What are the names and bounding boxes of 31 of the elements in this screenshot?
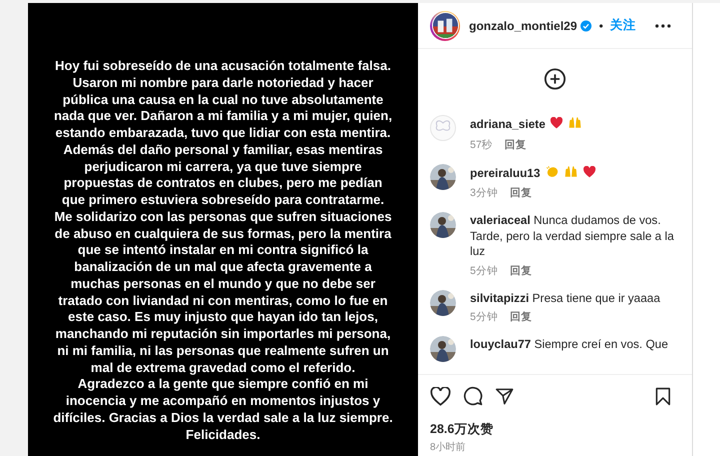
more-options-icon[interactable] — [655, 24, 671, 28]
share-icon[interactable] — [495, 386, 514, 406]
raised-hands-icon — [564, 164, 578, 178]
comment-time: 5分钟 — [470, 264, 498, 278]
reply-link[interactable]: 回复 — [510, 264, 532, 278]
like-heart-icon[interactable] — [430, 386, 451, 406]
comment-time: 5分钟 — [470, 310, 498, 324]
like-count[interactable]: 28.6万次赞 — [418, 406, 692, 438]
comment-text: pereiraluu13 — [470, 164, 680, 182]
profile-avatar-ring[interactable] — [430, 10, 460, 40]
comment-text: adriana_siete — [470, 116, 680, 134]
username[interactable]: gonzalo_montiel29 — [469, 18, 578, 32]
comment-time: 3分钟 — [470, 186, 498, 200]
comment-time: 57秒 — [470, 138, 493, 152]
comment-icon[interactable] — [463, 386, 483, 406]
post-text: Hoy fui sobreseído de una acusación totalmente falsa. Usaron mi nombre para darle notoriedad y hacer pública una causa en la cual no tuve absolutamente nada que ver. Dañaron a mi familia y a mi mujer, quien, estando embarazada, tuvo que lidiar con esta mentira. Además del daño personal y familiar, esas mentiras perjudicaron mi carrera, ya que tuve siempre propuestas de contratos en clubes, pero me pedían que primero estuviera sobreseído para contratarme. Me solidarizo con las personas que sufren situaciones de abuso en cualquiera de sus formas, pero la mentira que se intentó instalar en mi contra significó la banalización de un mal que afecta gravemente a muchas personas en el mundo y que no debe ser tratado con liviandad ni con mentiras, como lo fue en este caso. Es muy injusto que hayan ido tan lejos, manchando mi reputación sin importarles mi persona, ni mi familia, ni las personas que realmente sufren un mal de extrema gravedad como el referido. Agradezco a la gente que siempre confió en mi inocencia y me acompañó en momentos injustos y difíciles. Gracias a Dios la verdad sale a la luz siempre. Felicidades. — [53, 58, 393, 444]
reply-link[interactable]: 回复 — [510, 310, 532, 324]
reply-link[interactable]: 回复 — [510, 186, 532, 200]
separator-dot: • — [599, 18, 604, 32]
comment-text: silvitapizzi Presa tiene que ir yaaaa — [470, 290, 662, 306]
bookmark-icon[interactable] — [655, 386, 671, 406]
post-time: 8小时前 — [429, 440, 467, 455]
heart-icon — [550, 117, 564, 129]
comment-text: louyclau77 Siempre creí en vos. Que — [470, 337, 670, 352]
heart-icon — [583, 166, 596, 178]
clapping-hands-icon — [545, 164, 560, 178]
add-icon[interactable] — [544, 68, 566, 90]
reply-link[interactable]: 回复 — [504, 138, 527, 152]
raised-hands-icon — [568, 116, 582, 129]
comment-text: valeriaceal Nunca dudamos de vos. Tarde, pero la verdad siempre sale a la luz — [470, 213, 675, 260]
follow-link[interactable]: 关注 — [610, 17, 636, 34]
